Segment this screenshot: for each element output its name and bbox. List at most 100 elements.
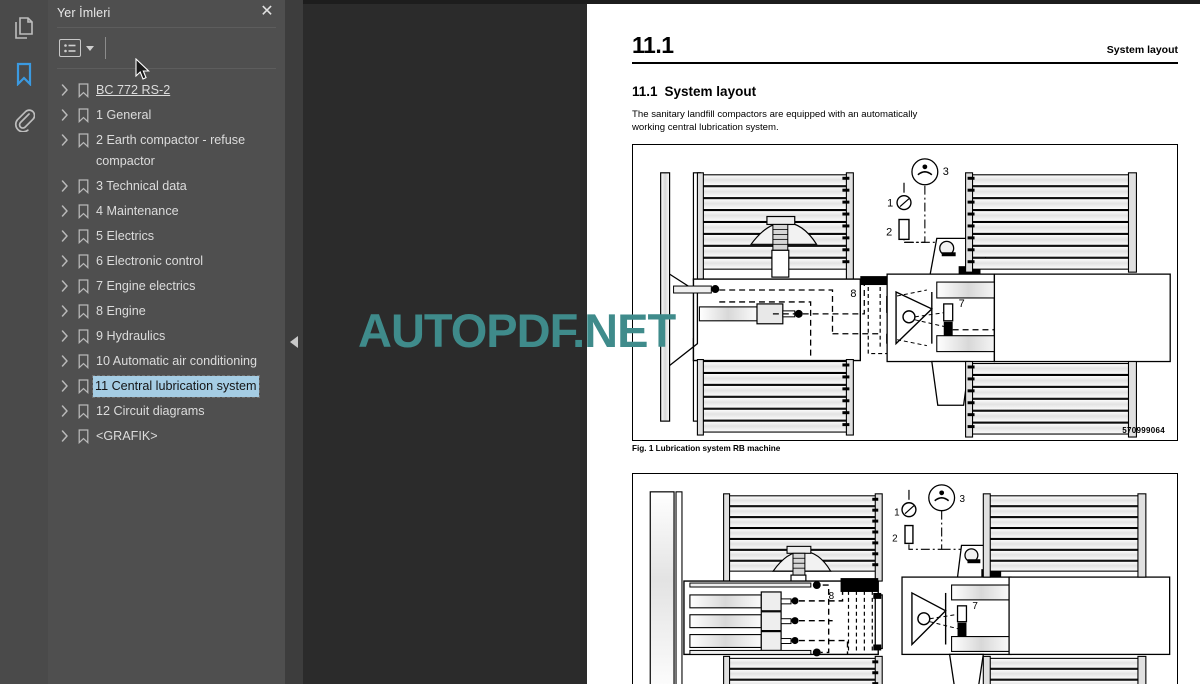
bookmark-icon xyxy=(73,376,93,396)
bookmark-item[interactable]: 2 Earth compactor - refuse compactor xyxy=(48,128,285,174)
bookmark-item[interactable]: 8 Engine xyxy=(48,299,285,324)
chevron-right-icon[interactable] xyxy=(57,105,73,125)
bookmark-icon xyxy=(73,105,93,125)
paperclip-icon xyxy=(13,108,35,132)
bookmark-item[interactable]: 9 Hydraulics xyxy=(48,324,285,349)
figure-1-drawing: 8 3 1 2 7 xyxy=(660,158,1171,438)
chevron-right-icon[interactable] xyxy=(57,80,73,100)
bookmark-item[interactable]: 10 Automatic air conditioning xyxy=(48,349,285,374)
bookmark-item[interactable]: 5 Electrics xyxy=(48,224,285,249)
panel-collapse-strip[interactable] xyxy=(285,0,303,684)
bookmark-icon xyxy=(73,251,93,271)
bookmarks-button[interactable] xyxy=(4,54,44,94)
chevron-right-icon[interactable] xyxy=(57,301,73,321)
chevron-right-icon[interactable] xyxy=(57,401,73,421)
svg-text:1: 1 xyxy=(894,508,900,519)
bookmark-icon xyxy=(73,401,93,421)
document-viewer: 11.1 System layout 11.1 System layout The… xyxy=(303,0,1200,684)
bookmark-label: 11 Central lubrication system xyxy=(91,375,261,398)
chevron-right-icon[interactable] xyxy=(57,426,73,446)
toolbar-divider xyxy=(105,37,106,59)
bookmark-icon xyxy=(73,276,93,296)
bookmark-label: BC 772 RS-2 xyxy=(96,83,171,97)
chevron-right-icon[interactable] xyxy=(57,351,73,371)
bookmark-icon xyxy=(73,130,93,150)
bookmark-item[interactable]: 7 Engine electrics xyxy=(48,274,285,299)
chevron-right-icon[interactable] xyxy=(57,376,73,396)
bookmark-icon xyxy=(73,176,93,196)
bookmark-item[interactable]: 11 Central lubrication system xyxy=(48,374,285,399)
bookmark-item[interactable]: 3 Technical data xyxy=(48,174,285,199)
bookmark-item[interactable]: 4 Maintenance xyxy=(48,199,285,224)
bookmark-label: 7 Engine electrics xyxy=(96,279,196,293)
bookmark-icon xyxy=(73,301,93,321)
panel-divider-bottom xyxy=(57,68,276,69)
figure-2-drawing: 8 3 1 2 7 xyxy=(649,484,1171,684)
bookmark-item[interactable]: 12 Circuit diagrams xyxy=(48,399,285,424)
svg-text:2: 2 xyxy=(886,226,892,238)
header-chapter-number: 11.1 xyxy=(632,32,674,58)
section-number: 11.1 xyxy=(632,84,658,99)
bookmark-label: 4 Maintenance xyxy=(96,204,179,218)
close-icon[interactable]: ✕ xyxy=(255,0,279,24)
panel-title: Yer İmleri xyxy=(57,6,111,20)
attachments-button[interactable] xyxy=(4,100,44,140)
list-options-icon[interactable] xyxy=(59,39,81,57)
bookmark-icon xyxy=(73,201,93,221)
svg-text:8: 8 xyxy=(829,591,835,602)
svg-text:8: 8 xyxy=(850,288,856,300)
chevron-right-icon[interactable] xyxy=(57,326,73,346)
svg-text:3: 3 xyxy=(943,166,949,178)
pdf-page: 11.1 System layout 11.1 System layout The… xyxy=(587,4,1200,684)
bookmark-label: 10 Automatic air conditioning xyxy=(96,354,258,368)
chevron-right-icon[interactable] xyxy=(57,251,73,271)
bookmark-item[interactable]: 1 General xyxy=(48,103,285,128)
bookmark-label: 6 Electronic control xyxy=(96,254,204,268)
header-chapter-title: System layout xyxy=(1106,44,1178,56)
panel-header: Yer İmleri ✕ xyxy=(48,0,285,26)
chevron-right-icon[interactable] xyxy=(57,201,73,221)
bookmark-label: 1 General xyxy=(96,108,152,122)
pages-icon xyxy=(14,17,34,39)
svg-text:7: 7 xyxy=(972,601,978,612)
bookmark-item[interactable]: <GRAFIK> xyxy=(48,424,285,449)
bookmark-item[interactable]: 6 Electronic control xyxy=(48,249,285,274)
bookmark-icon xyxy=(73,80,93,100)
chevron-down-icon[interactable] xyxy=(86,45,94,51)
figure-1-caption: Fig. 1 Lubrication system RB machine xyxy=(632,444,781,453)
bookmark-label: 9 Hydraulics xyxy=(96,329,166,343)
left-icon-rail xyxy=(0,0,48,684)
svg-text:2: 2 xyxy=(892,533,898,544)
bookmark-icon xyxy=(73,226,93,246)
bookmark-label: 12 Circuit diagrams xyxy=(96,404,205,418)
collapse-panel-arrow-icon[interactable] xyxy=(290,336,298,348)
page-thumbnails-button[interactable] xyxy=(4,8,44,48)
panel-divider-top xyxy=(57,27,276,28)
figure-2: 8 3 1 2 7 xyxy=(632,473,1178,684)
chevron-right-icon[interactable] xyxy=(57,130,73,150)
svg-text:7: 7 xyxy=(959,298,965,310)
bookmark-icon xyxy=(73,426,93,446)
bookmark-label: <GRAFIK> xyxy=(96,429,158,443)
figure-1-code: 570999064 xyxy=(1122,426,1165,435)
svg-text:3: 3 xyxy=(960,494,966,505)
chevron-right-icon[interactable] xyxy=(57,226,73,246)
section-paragraph: The sanitary landfill compactors are equ… xyxy=(632,109,918,133)
bookmark-item[interactable]: BC 772 RS-2 xyxy=(48,78,285,103)
chevron-right-icon[interactable] xyxy=(57,276,73,296)
bookmark-icon xyxy=(15,62,33,86)
panel-toolbar xyxy=(48,30,285,66)
figure-1: 8 3 1 2 7 570999064 xyxy=(632,144,1178,441)
section-title: System layout xyxy=(664,84,757,99)
bookmarks-panel: Yer İmleri ✕ BC 772 RS-2 1 General 2 Earth… xyxy=(48,0,285,684)
bookmark-label: 3 Technical data xyxy=(96,179,187,193)
bookmark-label: 2 Earth compactor - refuse compactor xyxy=(96,133,246,168)
bookmark-label: 5 Electrics xyxy=(96,229,155,243)
document-running-header: 11.1 System layout xyxy=(632,32,1178,64)
bookmark-list[interactable]: BC 772 RS-2 1 General 2 Earth compactor - … xyxy=(48,74,285,684)
bookmark-icon xyxy=(73,351,93,371)
bookmark-icon xyxy=(73,326,93,346)
section-heading: 11.1 System layout xyxy=(632,84,1178,99)
svg-text:1: 1 xyxy=(887,198,893,210)
chevron-right-icon[interactable] xyxy=(57,176,73,196)
